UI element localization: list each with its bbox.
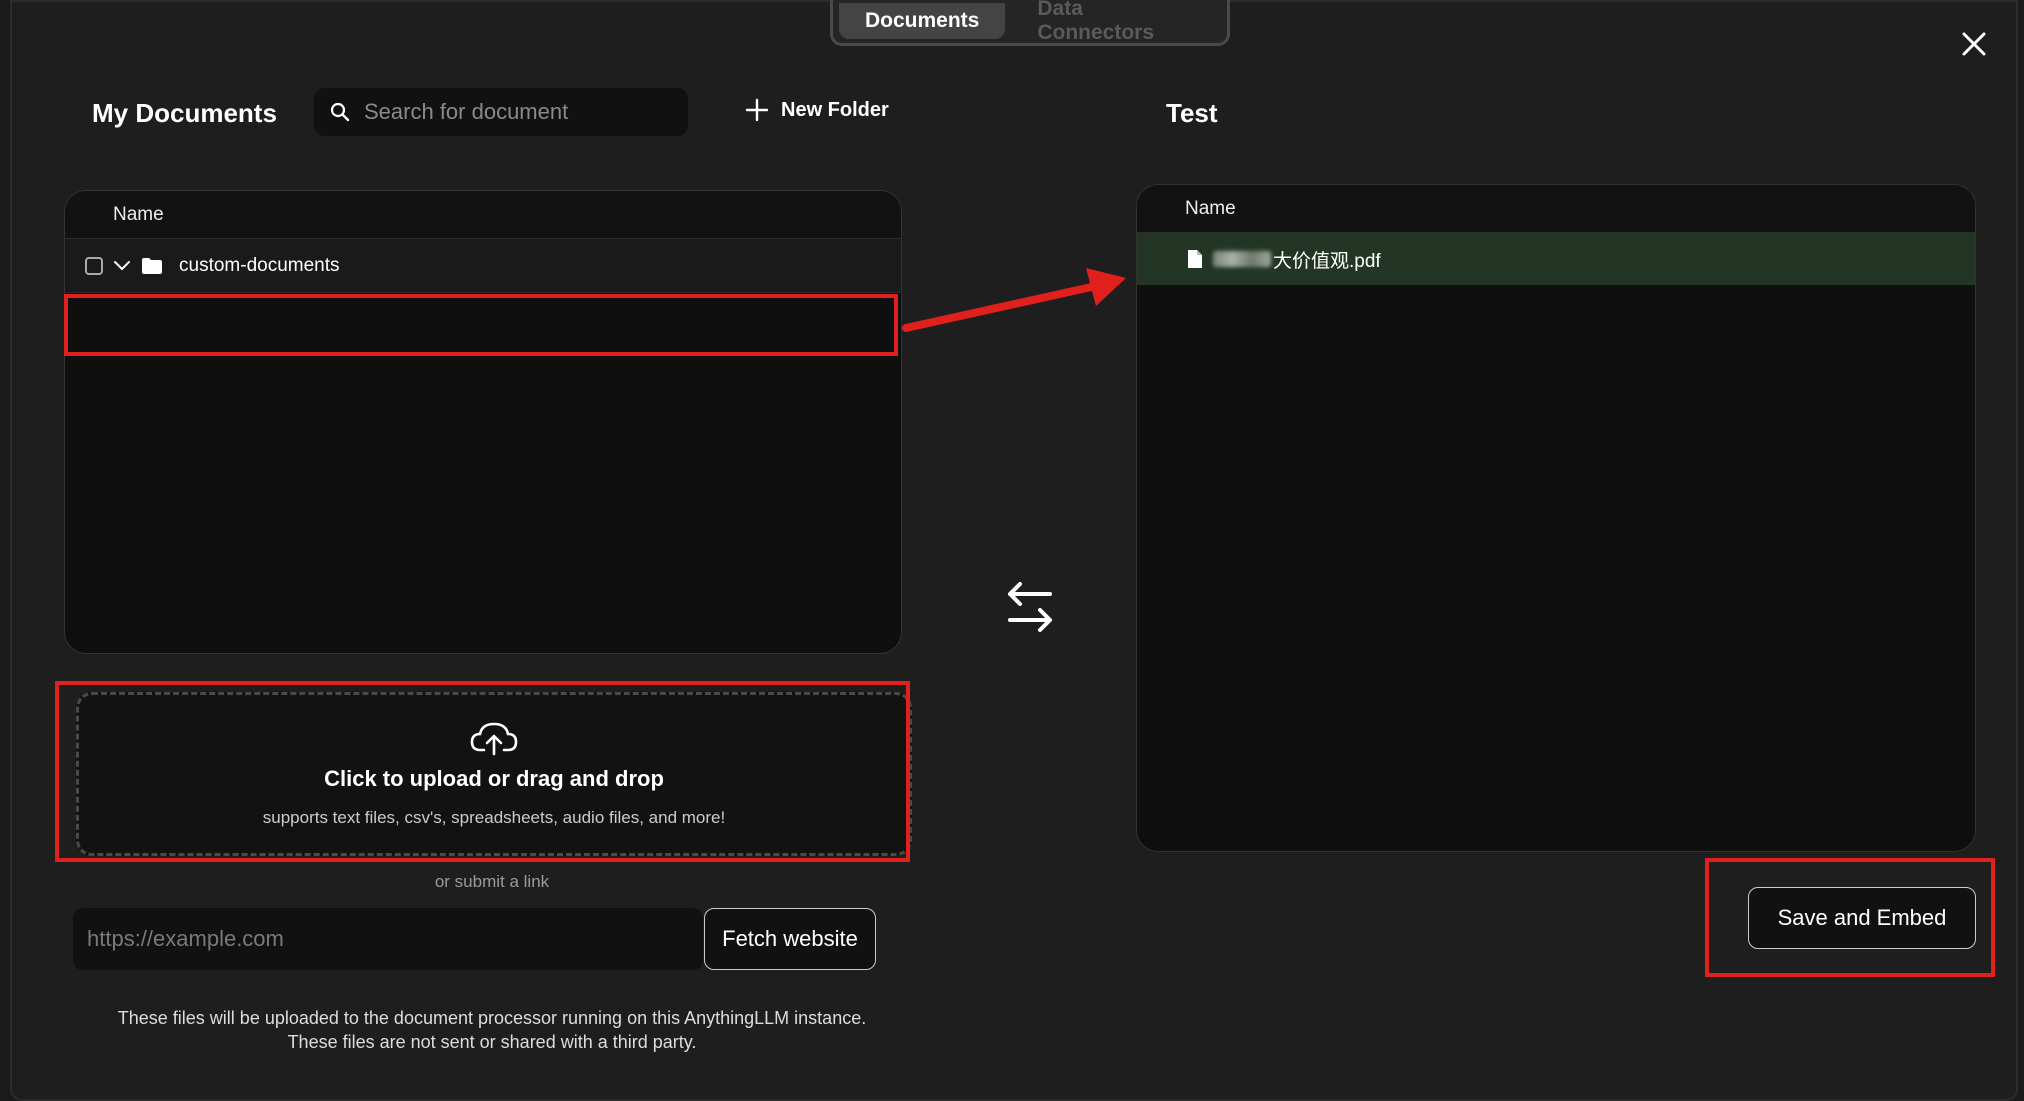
swap-arrows-icon <box>1008 582 1052 632</box>
footnote-line-1: These files will be uploaded to the docu… <box>117 1008 867 1028</box>
upload-footnote: These files will be uploaded to the docu… <box>12 1006 972 1054</box>
file-name: 大价值观.pdf <box>1273 250 1381 272</box>
annotation-save-button-box <box>1705 858 1995 977</box>
fetch-website-button[interactable]: Fetch website <box>704 908 876 970</box>
name-column-header: Name <box>65 191 901 239</box>
folder-checkbox[interactable] <box>85 256 103 275</box>
url-input[interactable] <box>73 908 703 970</box>
chevron-down-icon[interactable] <box>113 259 131 273</box>
my-documents-title: My Documents <box>92 98 277 128</box>
file-row[interactable]: 大价值观.pdf <box>1137 233 1975 285</box>
tab-documents[interactable]: Documents <box>839 2 1006 39</box>
my-documents-table: Name custom-documents <box>64 190 902 654</box>
workspace-documents-table: Name 大价值观.pdf <box>1136 184 1976 852</box>
folder-row[interactable]: custom-documents <box>65 239 901 293</box>
footnote-line-2: These files are not sent or shared with … <box>287 1032 697 1052</box>
search-icon <box>330 102 350 122</box>
annotation-empty-row-box <box>64 294 898 356</box>
file-icon <box>1188 250 1202 268</box>
plus-icon <box>745 98 769 122</box>
annotation-arrow <box>902 268 1126 332</box>
annotation-upload-box <box>55 681 910 862</box>
folder-name: custom-documents <box>179 254 340 276</box>
name-column-header-right: Name <box>1137 185 1975 233</box>
close-icon[interactable] <box>1960 30 1988 58</box>
blurred-filename-prefix <box>1213 251 1271 267</box>
submit-link-label: or submit a link <box>434 872 550 891</box>
tab-data-connectors[interactable]: Data Connectors <box>1011 0 1221 44</box>
workspace-title: Test <box>1166 98 1218 128</box>
folder-icon <box>142 257 162 274</box>
new-folder-label: New Folder <box>781 98 889 121</box>
search-placeholder: Search for document <box>364 99 569 124</box>
new-folder-button[interactable]: New Folder <box>745 98 889 122</box>
modal-tabs: Documents Data Connectors <box>830 0 1230 46</box>
search-input[interactable]: Search for document <box>314 88 688 136</box>
